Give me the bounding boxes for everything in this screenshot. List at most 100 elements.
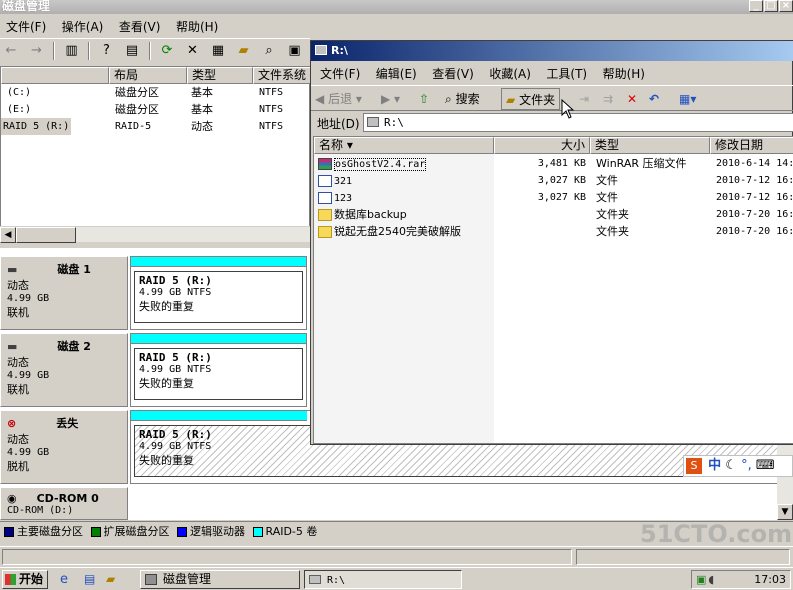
file-name: 数据库backup	[334, 208, 407, 221]
disk-icon: ▬	[7, 263, 18, 276]
missing-disk-label[interactable]: ⊗ 丢失 动态 4.99 GB 脱机	[0, 410, 128, 484]
status-pane	[2, 549, 572, 565]
menu-tools[interactable]: 工具(T)	[540, 62, 593, 85]
undo-button[interactable]: ↶	[649, 88, 659, 110]
undo-icon: ↶	[649, 92, 660, 106]
ime-toolbar[interactable]: S 中 ☾ °, ⌨	[683, 455, 793, 477]
menu-view[interactable]: 查看(V)	[426, 62, 480, 85]
raid5-partition[interactable]: RAID 5 (R:) 4.99 GB NTFS 失败的重复	[130, 333, 307, 407]
properties-sheet-icon[interactable]: ▦	[209, 42, 227, 60]
open-folder-icon[interactable]: ▰	[235, 42, 253, 60]
volume-row[interactable]: (E:) 磁盘分区 基本 NTFS	[1, 101, 311, 118]
legend-swatch	[177, 527, 187, 537]
back-button[interactable]: ◀ 后退 ▾	[315, 88, 362, 110]
scroll-thumb[interactable]	[16, 227, 76, 243]
column-header-filesystem[interactable]: 文件系统	[253, 67, 311, 84]
disk-2-label[interactable]: ▬ 磁盘 2 动态 4.99 GB 联机	[0, 333, 128, 407]
raid5-color-bar	[131, 257, 306, 267]
punctuation-icon[interactable]: °,	[741, 458, 752, 473]
taskbar-button-disk-management[interactable]: 磁盘管理	[140, 570, 300, 589]
disk-1-label[interactable]: ▬ 磁盘 1 动态 4.99 GB 联机	[0, 256, 128, 330]
menu-help[interactable]: 帮助(H)	[170, 15, 224, 38]
delete-icon: ✕	[627, 92, 638, 106]
menu-action[interactable]: 操作(A)	[56, 15, 110, 38]
properties-icon[interactable]: ▤	[123, 42, 141, 60]
show-desktop-icon[interactable]: ▤	[84, 572, 95, 586]
explorer-quicklaunch-icon[interactable]: ▰	[106, 572, 115, 586]
halfwidth-moon-icon[interactable]: ☾	[725, 458, 737, 473]
file-list: 名称 ▾ 大小 类型 修改日期 osGhostV2.4.rar 3,481 KB…	[313, 136, 793, 444]
explorer-window: R:\ 文件(F) 编辑(E) 查看(V) 收藏(A) 工具(T) 帮助(H) …	[310, 40, 793, 445]
address-value: R:\	[384, 116, 404, 129]
menu-favorites[interactable]: 收藏(A)	[483, 62, 537, 85]
raid5-partition[interactable]: RAID 5 (R:) 4.99 GB NTFS 失败的重复	[130, 256, 307, 330]
menu-file[interactable]: 文件(F)	[314, 62, 366, 85]
volume-row[interactable]: RAID 5 (R:) RAID-5 动态 NTFS	[1, 118, 311, 135]
file-name-cell: osGhostV2.4.rar	[318, 155, 494, 173]
move-to-button[interactable]: ⇥	[579, 88, 589, 110]
column-header-volume[interactable]	[1, 67, 109, 84]
disk-icon[interactable]: ▣	[286, 42, 304, 60]
views-button[interactable]: ▦▾	[679, 88, 696, 110]
column-header-layout[interactable]: 布局	[109, 67, 187, 84]
menu-help[interactable]: 帮助(H)	[597, 62, 651, 85]
menu-view[interactable]: 查看(V)	[113, 15, 167, 38]
help-icon[interactable]: ?	[98, 42, 116, 60]
volume-layout: RAID-5	[115, 121, 152, 132]
file-row[interactable]: 123 3,027 KB 文件 2010-7-12 16:	[314, 189, 793, 206]
cdrom-label[interactable]: ◉ CD-ROM 0 CD-ROM (D:)	[0, 487, 128, 520]
volume-icon[interactable]: ◖	[708, 571, 714, 588]
file-type: WinRAR 压缩文件	[596, 157, 687, 170]
file-row[interactable]: 数据库backup 文件夹 2010-7-20 16:	[314, 206, 793, 223]
console-tree-icon[interactable]: ▥	[63, 42, 81, 60]
menu-file[interactable]: 文件(F)	[0, 15, 52, 38]
raid5-volume-box[interactable]: RAID 5 (R:) 4.99 GB NTFS 失败的重复	[134, 348, 303, 400]
file-row[interactable]: 321 3,027 KB 文件 2010-7-12 16:	[314, 172, 793, 189]
column-header-date[interactable]: 修改日期	[710, 137, 793, 154]
search-icon: ⌕	[445, 92, 452, 106]
start-button[interactable]: 开始	[2, 570, 48, 589]
ie-icon[interactable]: e	[60, 572, 68, 587]
clock[interactable]: 17:03	[754, 573, 786, 586]
network-icon[interactable]: ▣	[696, 571, 706, 588]
ime-mode[interactable]: 中	[708, 458, 721, 473]
horizontal-scrollbar[interactable]: ◀	[0, 226, 310, 243]
delete-icon[interactable]: ✕	[184, 42, 202, 60]
taskbar-button-explorer[interactable]: R:\	[304, 570, 462, 589]
maximize-button[interactable]: □	[764, 0, 778, 12]
column-header-type[interactable]: 类型	[187, 67, 253, 84]
close-button[interactable]: ×	[779, 0, 793, 12]
keyboard-icon[interactable]: ⌨	[756, 458, 775, 473]
volume-fs: NTFS	[259, 104, 284, 115]
raid5-volume-box[interactable]: RAID 5 (R:) 4.99 GB NTFS 失败的重复	[134, 271, 303, 323]
column-header-size[interactable]: 大小	[494, 137, 590, 154]
minimize-button[interactable]: _	[749, 0, 763, 12]
forward-button[interactable]: ▶ ▾	[381, 88, 400, 110]
forward-arrow-icon[interactable]: →	[28, 42, 46, 60]
file-date: 2010-7-20 16:	[716, 209, 793, 220]
legend-item: RAID-5 卷	[252, 522, 317, 542]
scroll-left-icon[interactable]: ◀	[0, 227, 16, 243]
delete-button[interactable]: ✕	[627, 88, 637, 110]
search-button[interactable]: ⌕ 搜索	[445, 88, 480, 110]
back-arrow-icon[interactable]: ←	[2, 42, 20, 60]
disk-size: 4.99 GB	[7, 370, 50, 381]
file-name-cell: 123	[318, 189, 494, 207]
address-label: 地址(D)	[317, 117, 360, 131]
menu-edit[interactable]: 编辑(E)	[370, 62, 423, 85]
folders-button[interactable]: ▰ 文件夹	[501, 88, 561, 110]
explorer-titlebar[interactable]: R:\	[311, 41, 793, 61]
volume-row[interactable]: (C:) 磁盘分区 基本 NTFS	[1, 84, 311, 101]
file-row[interactable]: osGhostV2.4.rar 3,481 KB WinRAR 压缩文件 201…	[314, 155, 793, 172]
address-input[interactable]: R:\	[363, 113, 793, 132]
column-header-name[interactable]: 名称 ▾	[314, 137, 494, 154]
find-icon[interactable]: ⌕	[260, 42, 278, 60]
refresh-icon[interactable]: ⟳	[158, 42, 176, 60]
up-folder-button[interactable]: ⇧	[419, 88, 429, 110]
legend-label: 主要磁盘分区	[17, 525, 83, 538]
column-header-type[interactable]: 类型	[590, 137, 710, 154]
move-to-icon: ⇥	[579, 92, 590, 106]
copy-to-button[interactable]: ⇉	[603, 88, 613, 110]
scroll-down-icon[interactable]: ▼	[777, 504, 793, 520]
file-row[interactable]: 锐起无盘2540完美破解版 文件夹 2010-7-20 16:	[314, 223, 793, 240]
